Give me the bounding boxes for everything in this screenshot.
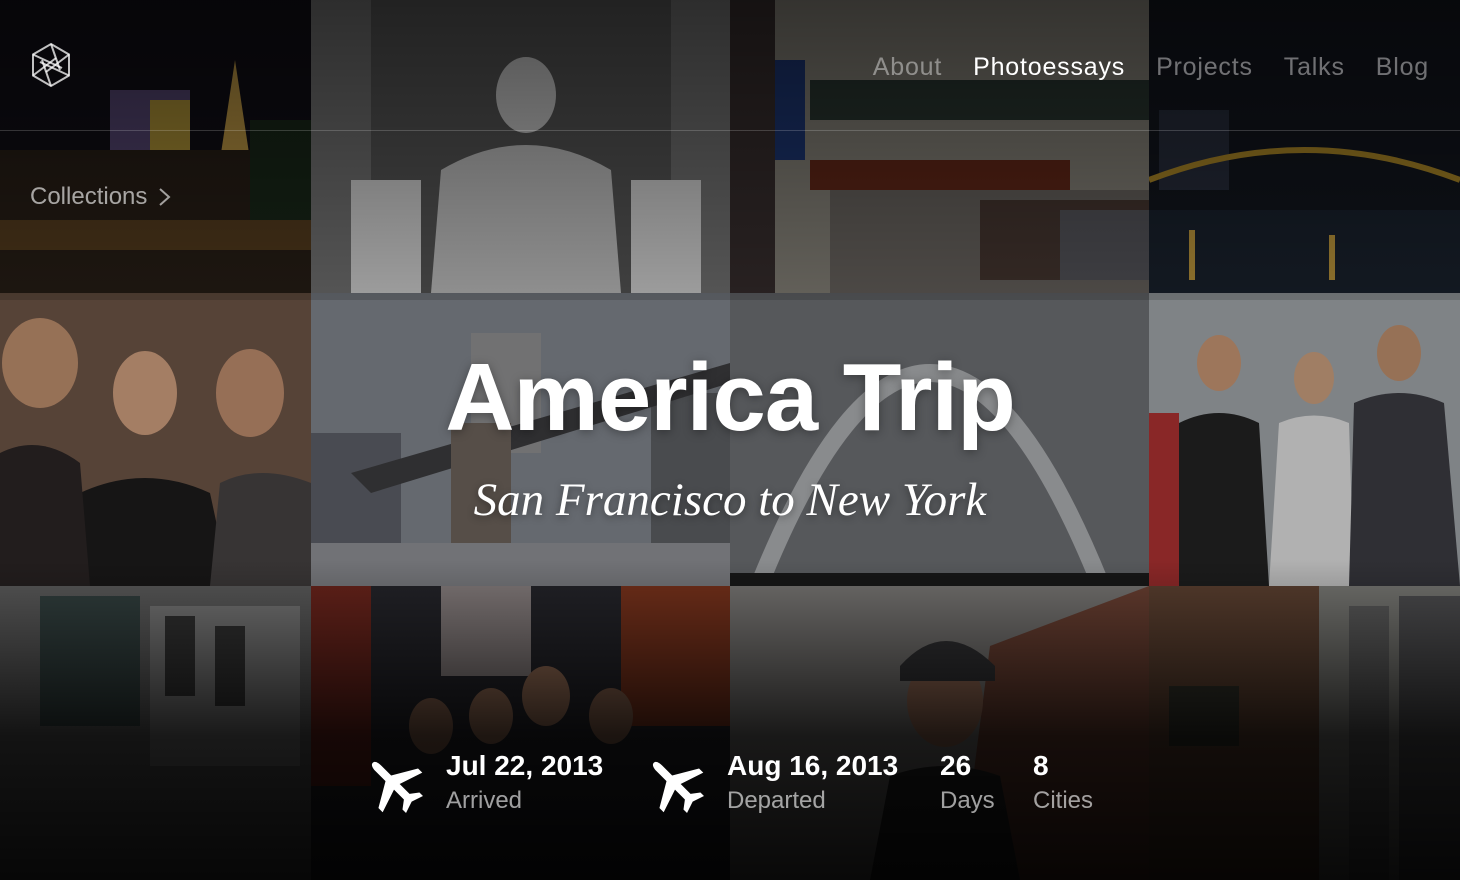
photo-times-square-group — [311, 586, 730, 880]
photo-city-street — [730, 0, 1149, 293]
stat-cities: 8 Cities — [1033, 750, 1093, 816]
stat-cities-label: Cities — [1033, 787, 1094, 814]
stat-arrived-value: Jul 22, 2013 — [446, 750, 604, 781]
photo-pittsburgh-bridge-night — [1149, 0, 1460, 293]
nav-about[interactable]: About — [873, 53, 942, 82]
collections-link[interactable]: Collections — [30, 183, 173, 211]
stat-departed: Aug 16, 2013 Departed — [727, 750, 898, 816]
photo-cyclist-portrait — [730, 586, 1149, 880]
stat-cities-value: 8 — [1033, 750, 1049, 781]
page-subtitle: San Francisco to New York — [473, 474, 987, 526]
nav-talks[interactable]: Talks — [1284, 53, 1345, 82]
page-title: America Trip — [445, 344, 1016, 451]
photo-building-facade — [0, 586, 311, 880]
stat-departed-label: Departed — [727, 787, 826, 814]
stat-days-value: 26 — [940, 750, 972, 781]
photo-street-buildings — [1149, 586, 1460, 880]
nav-projects[interactable]: Projects — [1156, 53, 1253, 82]
stat-arrived: Jul 22, 2013 Arrived — [446, 750, 603, 816]
header-divider — [0, 130, 1460, 131]
chevron-right-icon — [159, 188, 171, 206]
collections-label: Collections — [30, 183, 148, 210]
stat-days-label: Days — [940, 787, 995, 814]
nav-blog[interactable]: Blog — [1376, 53, 1429, 82]
stat-days: 26 Days — [940, 750, 995, 816]
main-nav: About Photoessays Projects Talks Blog — [873, 53, 1429, 82]
airplane-icon — [371, 761, 423, 813]
photo-lincoln-memorial — [311, 0, 730, 293]
nav-photoessays[interactable]: Photoessays — [973, 53, 1125, 82]
stat-arrived-label: Arrived — [446, 787, 523, 814]
airplane-icon — [652, 761, 704, 813]
aperture-icon[interactable] — [28, 42, 74, 88]
stat-departed-value: Aug 16, 2013 — [727, 750, 899, 781]
